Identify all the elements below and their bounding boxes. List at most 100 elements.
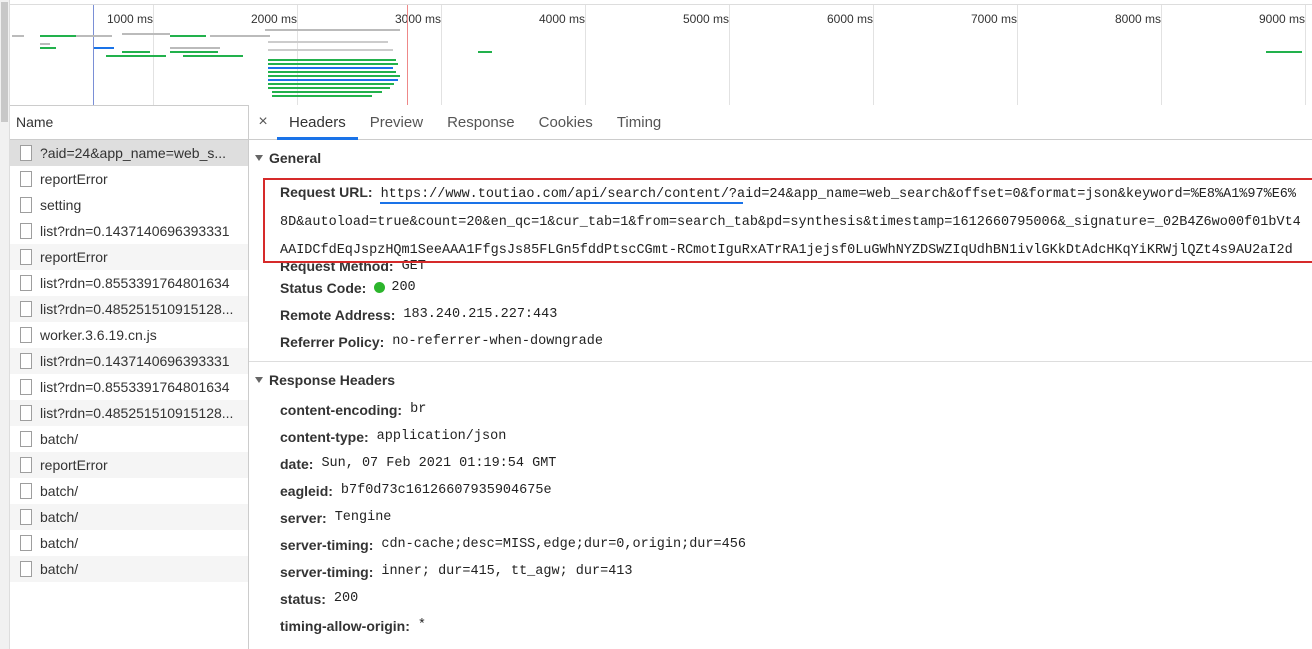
response-header-row: content-encoding: br xyxy=(249,396,1312,423)
status-code-row: Status Code: 200 xyxy=(249,274,1312,301)
grid-line xyxy=(585,5,586,105)
request-name: setting xyxy=(40,197,82,213)
request-row[interactable]: batch/ xyxy=(10,426,248,452)
timeline-label: 9000 ms xyxy=(1258,12,1305,26)
request-row[interactable]: list?rdn=0.485251510915128... xyxy=(10,400,248,426)
request-url-key: Request URL: xyxy=(280,184,373,200)
request-row[interactable]: list?rdn=0.485251510915128... xyxy=(10,296,248,322)
timeline-label: 3000 ms xyxy=(394,12,441,26)
request-row[interactable]: batch/ xyxy=(10,556,248,582)
request-url-value-3[interactable]: AAIDCfdEqJspzHQm1SeeAAA1FfgsJs85FLGn5fdd… xyxy=(280,243,1293,258)
request-name: worker.3.6.19.cn.js xyxy=(40,327,157,343)
request-row[interactable]: reportError xyxy=(10,452,248,478)
grid-line xyxy=(1305,5,1306,105)
general-section-title: General xyxy=(269,150,322,166)
request-bar xyxy=(268,71,396,73)
header-value: * xyxy=(417,618,426,633)
request-row[interactable]: setting xyxy=(10,192,248,218)
request-bar xyxy=(268,79,398,81)
header-value: 200 xyxy=(333,591,359,606)
header-value: Tengine xyxy=(334,510,392,525)
tab-headers[interactable]: Headers xyxy=(277,105,358,140)
request-url-value[interactable]: https://www.toutiao.com/api/search/conte… xyxy=(381,187,1296,202)
tab-response[interactable]: Response xyxy=(435,105,527,139)
response-headers-section-toggle[interactable]: Response Headers xyxy=(249,366,1312,394)
request-bar xyxy=(272,91,382,93)
load-marker xyxy=(407,5,408,105)
request-name: ?aid=24&app_name=web_s... xyxy=(40,145,227,161)
request-name: list?rdn=0.8553391764801634 xyxy=(40,275,230,291)
request-bar xyxy=(170,51,218,53)
header-key: eagleid: xyxy=(280,482,333,499)
request-url-value-2[interactable]: 8D&autoload=true&count=20&en_qc=1&cur_ta… xyxy=(280,215,1301,230)
network-overview-timeline[interactable]: 1000 ms 2000 ms 3000 ms 4000 ms 5000 ms … xyxy=(10,4,1312,106)
request-url-row: Request URL: https://www.toutiao.com/api/… xyxy=(280,184,1296,202)
timeline-label: 6000 ms xyxy=(826,12,873,26)
request-row[interactable]: list?rdn=0.1437140696393331 xyxy=(10,348,248,374)
section-divider xyxy=(249,361,1312,362)
referrer-policy-row: Referrer Policy: no-referrer-when-downgra… xyxy=(249,328,1312,355)
file-icon xyxy=(20,353,32,369)
request-row[interactable]: batch/ xyxy=(10,504,248,530)
header-key: content-type: xyxy=(280,428,369,445)
request-row[interactable]: list?rdn=0.8553391764801634 xyxy=(10,374,248,400)
remote-address-value: 183.240.215.227:443 xyxy=(403,307,558,322)
header-key: server: xyxy=(280,509,327,526)
grid-line xyxy=(441,5,442,105)
request-bar xyxy=(268,41,388,43)
request-row[interactable]: list?rdn=0.1437140696393331 xyxy=(10,218,248,244)
referrer-policy-key: Referrer Policy: xyxy=(280,333,385,350)
request-row[interactable]: list?rdn=0.8553391764801634 xyxy=(10,270,248,296)
response-header-row: server-timing: cdn-cache;desc=MISS,edge;d… xyxy=(249,531,1312,558)
response-header-row: timing-allow-origin: * xyxy=(249,612,1312,639)
request-row[interactable]: worker.3.6.19.cn.js xyxy=(10,322,248,348)
request-name: list?rdn=0.1437140696393331 xyxy=(40,353,230,369)
scrollbar-thumb[interactable] xyxy=(1,2,8,122)
general-section-toggle[interactable]: General xyxy=(249,144,1312,172)
triangle-down-icon xyxy=(255,155,263,161)
request-bar xyxy=(268,59,396,61)
request-bar xyxy=(1266,51,1302,53)
status-ok-icon xyxy=(374,282,386,293)
file-icon xyxy=(20,171,32,187)
name-column-header[interactable]: Name xyxy=(10,105,248,140)
request-bar xyxy=(268,75,400,77)
file-icon xyxy=(20,457,32,473)
tab-cookies[interactable]: Cookies xyxy=(527,105,605,139)
header-value: cdn-cache;desc=MISS,edge;dur=0,origin;du… xyxy=(381,537,746,552)
request-row[interactable]: reportError xyxy=(10,244,248,270)
request-name: list?rdn=0.8553391764801634 xyxy=(40,379,230,395)
request-bar xyxy=(40,35,76,37)
request-row[interactable]: ?aid=24&app_name=web_s... xyxy=(10,140,248,166)
request-bar xyxy=(170,47,220,49)
request-bar xyxy=(265,29,400,31)
request-name: list?rdn=0.485251510915128... xyxy=(40,301,234,317)
request-row[interactable]: batch/ xyxy=(10,530,248,556)
grid-line xyxy=(729,5,730,105)
left-scrollbar[interactable] xyxy=(0,0,10,649)
close-icon[interactable]: × xyxy=(249,105,277,139)
remote-address-row: Remote Address: 183.240.215.227:443 xyxy=(249,301,1312,328)
request-bar xyxy=(478,51,492,53)
tab-preview[interactable]: Preview xyxy=(358,105,435,139)
request-url-continuation: AAIDCfdEqJspzHQm1SeeAAA1FfgsJs85FLGn5fdd… xyxy=(280,240,1293,258)
request-bar xyxy=(268,87,390,89)
request-name: batch/ xyxy=(40,535,79,551)
request-name: batch/ xyxy=(40,431,79,447)
grid-line xyxy=(1161,5,1162,105)
request-bar xyxy=(268,67,393,69)
request-bar xyxy=(106,55,166,57)
request-row[interactable]: reportError xyxy=(10,166,248,192)
response-headers-title: Response Headers xyxy=(269,372,396,388)
dom-content-loaded-marker xyxy=(93,5,94,105)
file-icon xyxy=(20,223,32,239)
request-name: batch/ xyxy=(40,483,79,499)
request-row[interactable]: batch/ xyxy=(10,478,248,504)
status-code-key: Status Code: xyxy=(280,279,367,296)
request-bar xyxy=(12,35,24,37)
tab-timing[interactable]: Timing xyxy=(605,105,673,139)
file-icon xyxy=(20,431,32,447)
file-icon xyxy=(20,301,32,317)
request-name: reportError xyxy=(40,171,108,187)
header-key: server-timing: xyxy=(280,536,374,553)
